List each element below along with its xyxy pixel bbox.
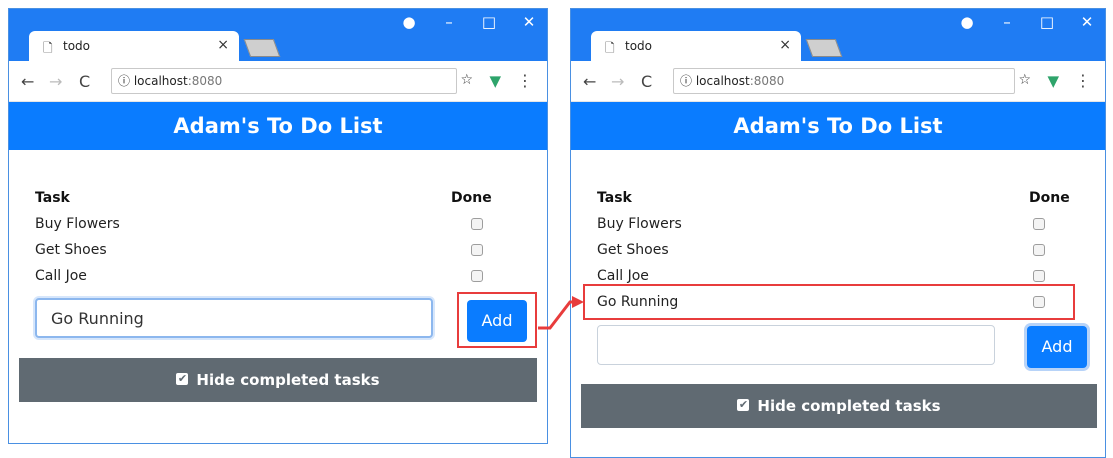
new-task-input[interactable]: Go Running — [35, 298, 433, 338]
task-row: Buy Flowers — [35, 216, 120, 232]
checked-checkbox-icon: ✔ — [176, 371, 189, 385]
document-icon: 🗋 — [43, 41, 53, 55]
tab-title: todo — [625, 39, 653, 53]
column-header-done: Done — [451, 190, 492, 206]
tab-close-button[interactable]: × — [217, 37, 229, 53]
reload-icon[interactable]: C — [79, 72, 90, 91]
hide-completed-toggle[interactable]: ✔ Hide completed tasks — [581, 384, 1097, 428]
maximize-button[interactable]: □ — [481, 13, 497, 31]
add-button[interactable]: Add — [1027, 326, 1087, 368]
url-host: localhost — [133, 74, 188, 88]
done-checkbox[interactable] — [471, 218, 483, 230]
forward-arrow-icon[interactable]: → — [611, 72, 624, 91]
connector-arrow-icon — [538, 296, 584, 330]
url-host: localhost — [695, 74, 750, 88]
hide-completed-label: Hide completed tasks — [196, 371, 380, 389]
minimize-button[interactable]: – — [441, 13, 457, 31]
done-checkbox[interactable] — [471, 270, 483, 282]
url-port: :8080 — [749, 74, 785, 88]
close-window-button[interactable]: ✕ — [1079, 13, 1095, 31]
back-arrow-icon[interactable]: ← — [583, 72, 596, 91]
address-bar[interactable]: ⓘ localhost:8080 — [111, 68, 457, 94]
column-header-task: Task — [597, 190, 632, 206]
forward-arrow-icon[interactable]: → — [49, 72, 62, 91]
bookmark-star-icon[interactable]: ☆ — [1018, 72, 1031, 88]
browser-titlebar: 🗋 todo × ● – □ ✕ — [9, 9, 547, 61]
checked-checkbox-icon: ✔ — [737, 397, 750, 411]
task-row: Buy Flowers — [597, 216, 682, 232]
browser-window-after: 🗋 todo × ● – □ ✕ ← → C ⓘ localhost:8080 … — [570, 8, 1106, 458]
vue-devtools-icon[interactable]: ▼ — [489, 72, 501, 90]
browser-window-before: 🗋 todo × ● – □ ✕ ← → C ⓘ localhost:8080 … — [8, 8, 548, 444]
done-checkbox[interactable] — [1033, 270, 1045, 282]
browser-toolbar: ← → C ⓘ localhost:8080 ☆ ▼ ⋮ — [571, 61, 1105, 102]
info-icon: ⓘ — [680, 74, 696, 88]
back-arrow-icon[interactable]: ← — [21, 72, 34, 91]
reload-icon[interactable]: C — [641, 72, 652, 91]
browser-toolbar: ← → C ⓘ localhost:8080 ☆ ▼ ⋮ — [9, 61, 547, 102]
info-icon: ⓘ — [118, 74, 134, 88]
app-header: Adam's To Do List — [9, 102, 547, 150]
account-icon[interactable]: ● — [401, 13, 417, 31]
new-task-input[interactable] — [597, 325, 995, 365]
menu-icon[interactable]: ⋮ — [517, 71, 533, 90]
close-window-button[interactable]: ✕ — [521, 13, 537, 31]
task-row: Go Running — [597, 294, 679, 310]
address-bar[interactable]: ⓘ localhost:8080 — [673, 68, 1015, 94]
browser-tab[interactable]: 🗋 todo × — [591, 31, 801, 61]
task-row: Call Joe — [597, 268, 649, 284]
url-port: :8080 — [187, 74, 223, 88]
task-row: Get Shoes — [35, 242, 107, 258]
tab-title: todo — [63, 39, 91, 53]
hide-completed-label: Hide completed tasks — [757, 397, 941, 415]
maximize-button[interactable]: □ — [1039, 13, 1055, 31]
browser-tab[interactable]: 🗋 todo × — [29, 31, 239, 61]
tab-close-button[interactable]: × — [779, 37, 791, 53]
minimize-button[interactable]: – — [999, 13, 1015, 31]
document-icon: 🗋 — [605, 41, 615, 55]
done-checkbox[interactable] — [471, 244, 483, 256]
browser-titlebar: 🗋 todo × ● – □ ✕ — [571, 9, 1105, 61]
add-button[interactable]: Add — [467, 300, 527, 342]
menu-icon[interactable]: ⋮ — [1075, 71, 1091, 90]
new-tab-button[interactable] — [805, 39, 843, 57]
column-header-task: Task — [35, 190, 70, 206]
done-checkbox[interactable] — [1033, 296, 1045, 308]
new-tab-button[interactable] — [243, 39, 281, 57]
vue-devtools-icon[interactable]: ▼ — [1047, 72, 1059, 90]
account-icon[interactable]: ● — [959, 13, 975, 31]
app-header: Adam's To Do List — [571, 102, 1105, 150]
bookmark-star-icon[interactable]: ☆ — [460, 72, 473, 88]
column-header-done: Done — [1029, 190, 1070, 206]
task-row: Get Shoes — [597, 242, 669, 258]
done-checkbox[interactable] — [1033, 218, 1045, 230]
task-row: Call Joe — [35, 268, 87, 284]
done-checkbox[interactable] — [1033, 244, 1045, 256]
hide-completed-toggle[interactable]: ✔ Hide completed tasks — [19, 358, 537, 402]
